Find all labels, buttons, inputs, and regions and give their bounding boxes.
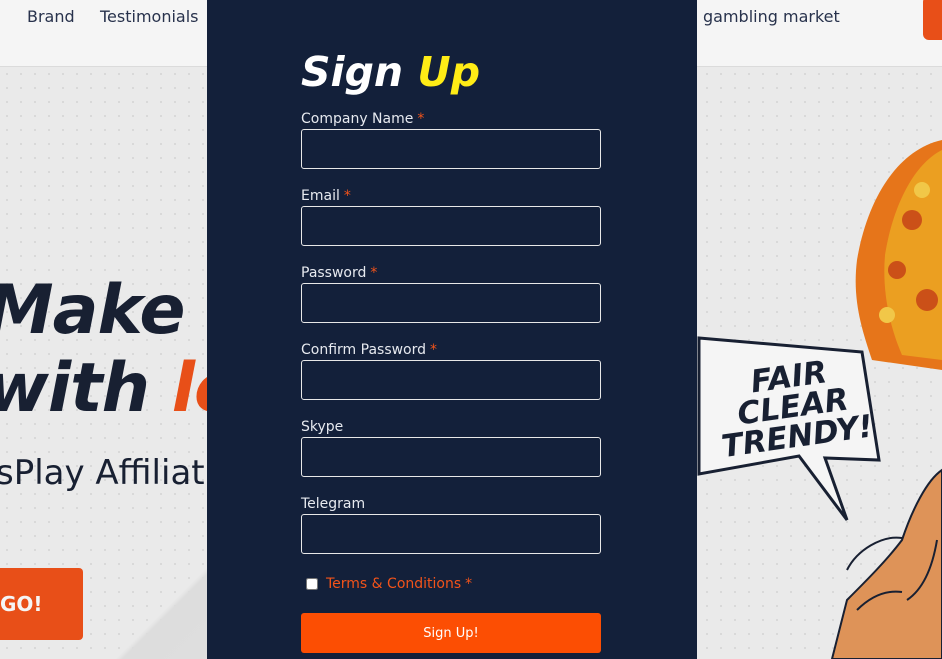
required-marker: * xyxy=(465,576,473,592)
required-marker: * xyxy=(417,111,425,127)
modal-title-sign: Sign xyxy=(301,48,404,96)
terms-link[interactable]: Terms & Conditions * xyxy=(326,576,472,592)
email-input[interactable] xyxy=(301,206,601,246)
terms-checkbox[interactable] xyxy=(306,578,318,590)
required-marker: * xyxy=(370,265,378,281)
password-input[interactable] xyxy=(301,283,601,323)
company-name-input[interactable] xyxy=(301,129,601,169)
password-label: Password * xyxy=(301,265,378,281)
email-label: Email * xyxy=(301,188,351,204)
modal-title: Sign Up xyxy=(301,48,480,96)
telegram-label: Telegram xyxy=(301,496,366,512)
required-marker: * xyxy=(430,342,438,358)
skype-label: Skype xyxy=(301,419,344,435)
skype-input[interactable] xyxy=(301,437,601,477)
confirm-password-input[interactable] xyxy=(301,360,601,400)
terms-row: Terms & Conditions * xyxy=(306,576,472,592)
signup-modal: Sign Up Company Name * Email * Password * C… xyxy=(207,0,697,659)
sign-up-submit-button[interactable]: Sign Up! xyxy=(301,613,601,653)
company-name-label: Company Name * xyxy=(301,111,425,127)
telegram-input[interactable] xyxy=(301,514,601,554)
required-marker: * xyxy=(343,188,351,204)
confirm-password-label: Confirm Password * xyxy=(301,342,438,358)
modal-title-up: Up xyxy=(417,48,481,96)
